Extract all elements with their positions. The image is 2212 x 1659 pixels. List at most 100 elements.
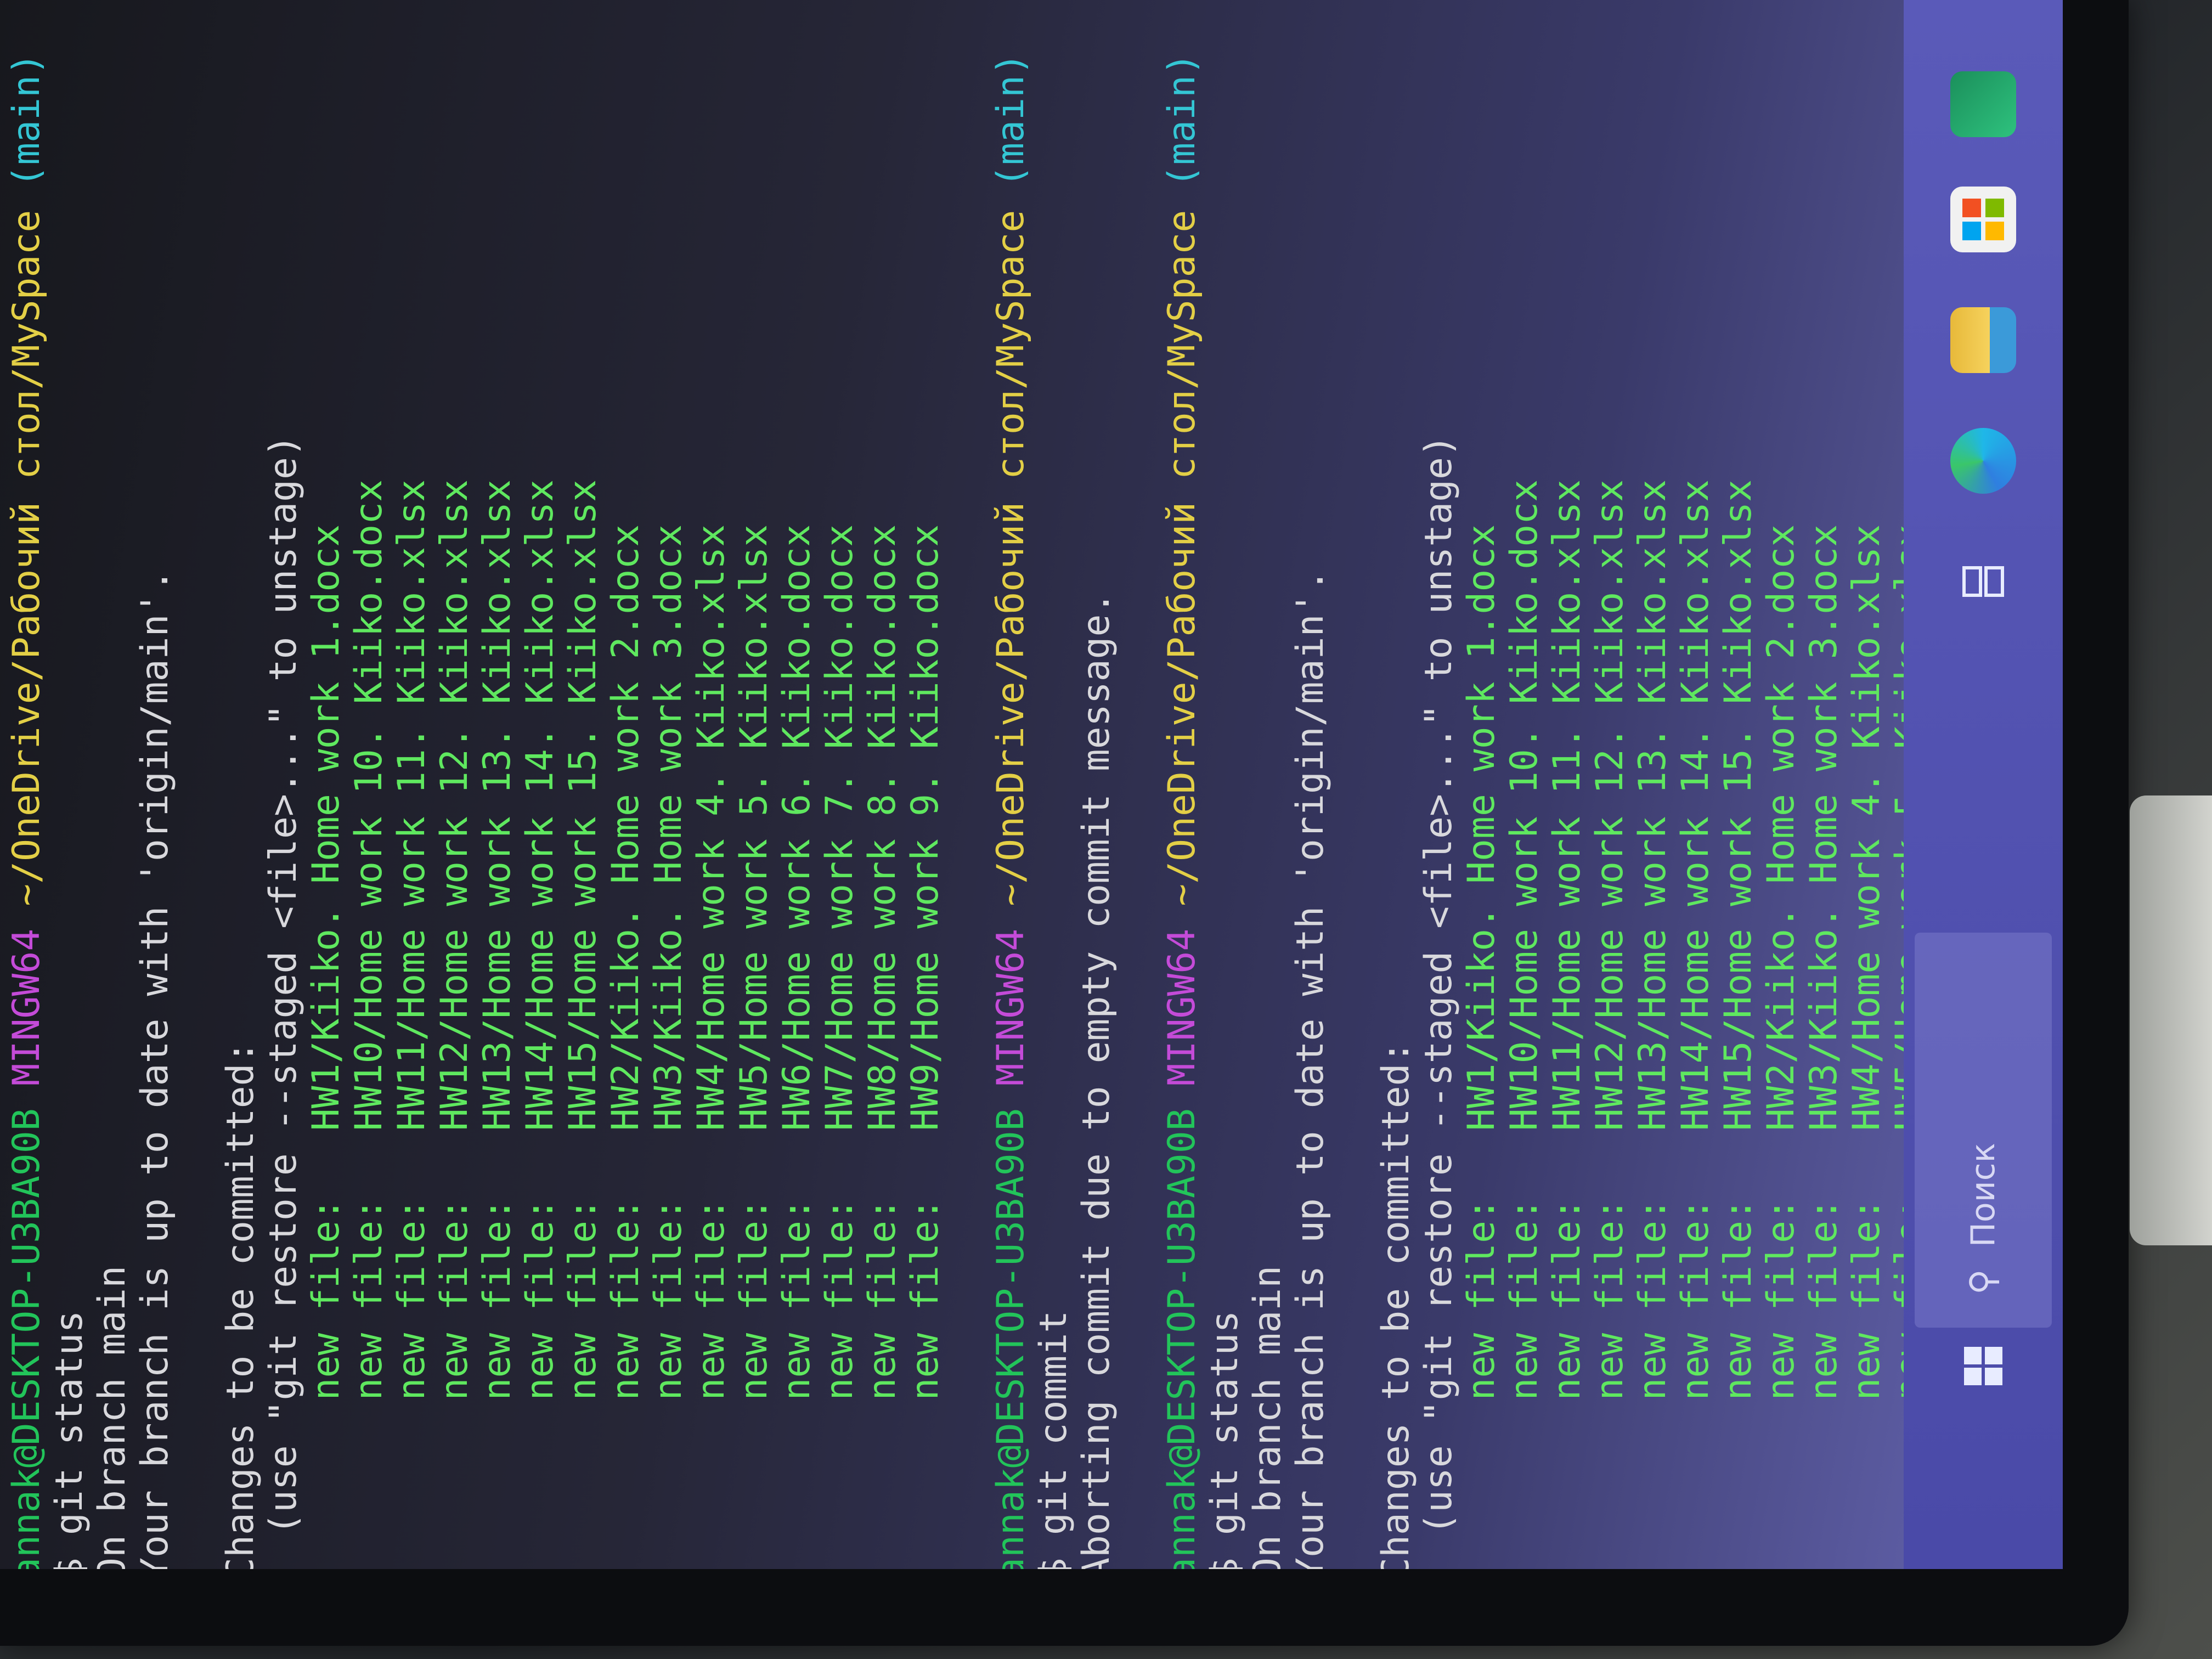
terminal-text-branch: (main): [989, 53, 1032, 210]
terminal-text-file: new file: HW7/Home work 7. Kiiko.docx: [818, 524, 861, 1569]
start-button[interactable]: [1904, 1317, 2063, 1415]
terminal-text-t: Aborting commit due to empty commit mess…: [1075, 591, 1118, 1569]
search-placeholder: Поиск: [1964, 1143, 2002, 1248]
terminal-line: Your branch is up to date with 'origin/m…: [133, 0, 177, 1569]
terminal-text-file: new file: HW15/Home work 15. Kiiko.xlsx: [561, 479, 605, 1569]
terminal-text-t: Your branch is up to date with 'origin/m…: [133, 569, 177, 1569]
terminal-text-file: new file: HW3/Kiiko. Home work 3.docx: [647, 524, 690, 1569]
task-view-button[interactable]: [1904, 538, 2063, 625]
terminal-text-t: $ git status: [48, 1310, 91, 1569]
terminal-text-t: Changes to be committed:: [219, 1041, 262, 1569]
terminal-text-t: On branch main: [91, 1265, 134, 1569]
terminal-line: new file: HW4/Home work 4. Kiiko.xlsx: [690, 0, 733, 1569]
terminal-line: new file: HW12/Home work 12. Kiiko.xlsx: [1588, 0, 1632, 1569]
terminal-text-file: new file: HW6/Home work 6. Kiiko.docx: [775, 524, 819, 1569]
terminal-text-file: new file: HW3/Kiiko. Home work 3.docx: [1802, 524, 1846, 1569]
terminal-line: Your branch is up to date with 'origin/m…: [1289, 0, 1332, 1569]
terminal-line: (use "git restore --staged <file>..." to…: [1417, 0, 1460, 1569]
terminal-line: new file: HW7/Home work 7. Kiiko.docx: [818, 0, 861, 1569]
windows-taskbar: ⚲ Поиск: [1904, 0, 2063, 1569]
terminal-line: On branch main: [1246, 0, 1289, 1569]
terminal-text-path: ~/OneDrive/Рабочий стол/MySpace: [1160, 210, 1204, 929]
terminal-line: annak@DESKTOP-U3BA90B MINGW64 ~/OneDrive…: [1160, 0, 1204, 1569]
terminal-text-file: new file: HW1/Kiiko. Home work 1.docx: [1460, 524, 1503, 1569]
search-icon: ⚲: [1963, 1269, 2004, 1295]
microsoft-store-icon: [1950, 187, 2016, 252]
terminal-text-file: new file: HW12/Home work 12. Kiiko.xlsx: [433, 479, 476, 1569]
monitor-bezel: annak@DESKTOP-U3BA90B MINGW64 ~/OneDrive…: [0, 0, 2129, 1646]
windows-start-icon: [1964, 1347, 2002, 1385]
terminal-text-file: new file: HW1/Kiiko. Home work 1.docx: [304, 524, 348, 1569]
terminal-text-t: [5, 1086, 48, 1108]
terminal-text-file: new file: HW11/Home work 11. Kiiko.xlsx: [1545, 479, 1589, 1569]
terminal-output: annak@DESKTOP-U3BA90B MINGW64 ~/OneDrive…: [5, 0, 1904, 1569]
terminal-text-file: new file: HW5/Home work 5. Kiiko.xlsx: [732, 524, 776, 1569]
terminal-text-file: new file: HW9/Home work 9. Kiiko.docx: [904, 524, 947, 1569]
terminal-line: new file: HW13/Home work 13. Kiiko.xlsx: [476, 0, 519, 1569]
terminal-line: new file: HW11/Home work 11. Kiiko.xlsx: [390, 0, 433, 1569]
terminal-line: Changes to be committed:: [1374, 0, 1418, 1569]
terminal-text-file: new file: HW15/Home work 15. Kiiko.xlsx: [1717, 479, 1760, 1569]
microsoft-store-button[interactable]: [1904, 165, 2063, 274]
file-explorer-button[interactable]: [1904, 285, 2063, 395]
edge-icon: [1950, 428, 2016, 494]
terminal-text-host: MINGW64: [989, 928, 1032, 1086]
terminal-line: new file: HW14/Home work 14. Kiiko.xlsx: [1674, 0, 1717, 1569]
terminal-text-file: new file: HW8/Home work 8. Kiiko.docx: [861, 524, 904, 1569]
terminal-text-host: MINGW64: [5, 928, 48, 1086]
terminal-text-t: (use "git restore --staged <file>..." to…: [1417, 435, 1460, 1569]
terminal-line: new file: HW4/Home work 4. Kiiko.xlsx: [1845, 0, 1888, 1569]
file-explorer-icon: [1950, 307, 2016, 373]
terminal-text-user: annak@DESKTOP-U3BA90B: [1160, 1108, 1204, 1569]
terminal-text-t: On branch main: [1246, 1265, 1289, 1569]
terminal-line: new file: HW15/Home work 15. Kiiko.xlsx: [561, 0, 605, 1569]
terminal-line: new file: HW11/Home work 11. Kiiko.xlsx: [1545, 0, 1589, 1569]
monitor-stand-clip: [2130, 795, 2212, 1245]
terminal-text-t: Changes to be committed:: [1374, 1041, 1418, 1569]
terminal-line: new file: HW12/Home work 12. Kiiko.xlsx: [433, 0, 476, 1569]
terminal-text-file: new file: HW13/Home work 13. Kiiko.xlsx: [476, 479, 519, 1569]
git-bash-terminal[interactable]: annak@DESKTOP-U3BA90B MINGW64 ~/OneDrive…: [0, 0, 1904, 1569]
terminal-line: new file: HW10/Home work 10. Kiiko.docx: [347, 0, 391, 1569]
terminal-text-file: new file: HW10/Home work 10. Kiiko.docx: [1503, 479, 1546, 1569]
terminal-text-t: $ git commit: [1032, 1310, 1075, 1569]
terminal-text-file: new file: HW14/Home work 14. Kiiko.xlsx: [1674, 479, 1717, 1569]
terminal-line: new file: HW14/Home work 14. Kiiko.xlsx: [518, 0, 562, 1569]
terminal-line: new file: HW3/Kiiko. Home work 3.docx: [647, 0, 690, 1569]
terminal-text-t: [1160, 1086, 1204, 1108]
terminal-text-t: [989, 1086, 1032, 1108]
terminal-line: Aborting commit due to empty commit mess…: [1075, 0, 1118, 1569]
photo-scene: annak@DESKTOP-U3BA90B MINGW64 ~/OneDrive…: [0, 0, 2212, 1659]
terminal-line: $ git status: [48, 0, 91, 1569]
screen: annak@DESKTOP-U3BA90B MINGW64 ~/OneDrive…: [0, 0, 2063, 1569]
terminal-text-t: $ git status: [1203, 1310, 1246, 1569]
terminal-line: new file: HW13/Home work 13. Kiiko.xlsx: [1631, 0, 1674, 1569]
terminal-line: new file: HW8/Home work 8. Kiiko.docx: [861, 0, 904, 1569]
edge-button[interactable]: [1904, 406, 2063, 516]
terminal-text-branch: (main): [5, 53, 48, 210]
task-view-icon: [1962, 566, 2004, 597]
terminal-text-file: new file: HW2/Kiiko. Home work 2.docx: [1759, 524, 1803, 1569]
terminal-line: new file: HW3/Kiiko. Home work 3.docx: [1802, 0, 1846, 1569]
terminal-text-user: annak@DESKTOP-U3BA90B: [989, 1108, 1032, 1569]
mail-button[interactable]: [1904, 49, 2063, 159]
terminal-text-file: new file: HW12/Home work 12. Kiiko.xlsx: [1588, 479, 1632, 1569]
terminal-line: annak@DESKTOP-U3BA90B MINGW64 ~/OneDrive…: [5, 0, 48, 1569]
terminal-line: new file: HW5/Home work 5. Kiiko.xlsx: [732, 0, 776, 1569]
terminal-text-t: (use "git restore --staged <file>..." to…: [262, 435, 305, 1569]
terminal-line: new file: HW10/Home work 10. Kiiko.docx: [1503, 0, 1546, 1569]
terminal-line: $ git commit: [1032, 0, 1075, 1569]
terminal-text-t: Your branch is up to date with 'origin/m…: [1289, 569, 1332, 1569]
terminal-text-user: annak@DESKTOP-U3BA90B: [5, 1108, 48, 1569]
terminal-line: new file: HW15/Home work 15. Kiiko.xlsx: [1717, 0, 1760, 1569]
terminal-line: new file: HW6/Home work 6. Kiiko.docx: [775, 0, 819, 1569]
taskbar-search-box[interactable]: ⚲ Поиск: [1915, 933, 2052, 1328]
terminal-line: (use "git restore --staged <file>..." to…: [262, 0, 305, 1569]
terminal-line: new file: HW1/Kiiko. Home work 1.docx: [1460, 0, 1503, 1569]
terminal-text-file: new file: HW5/Home work 5. Kiiko.xlsx: [1888, 524, 1904, 1401]
terminal-line: On branch main: [91, 0, 134, 1569]
